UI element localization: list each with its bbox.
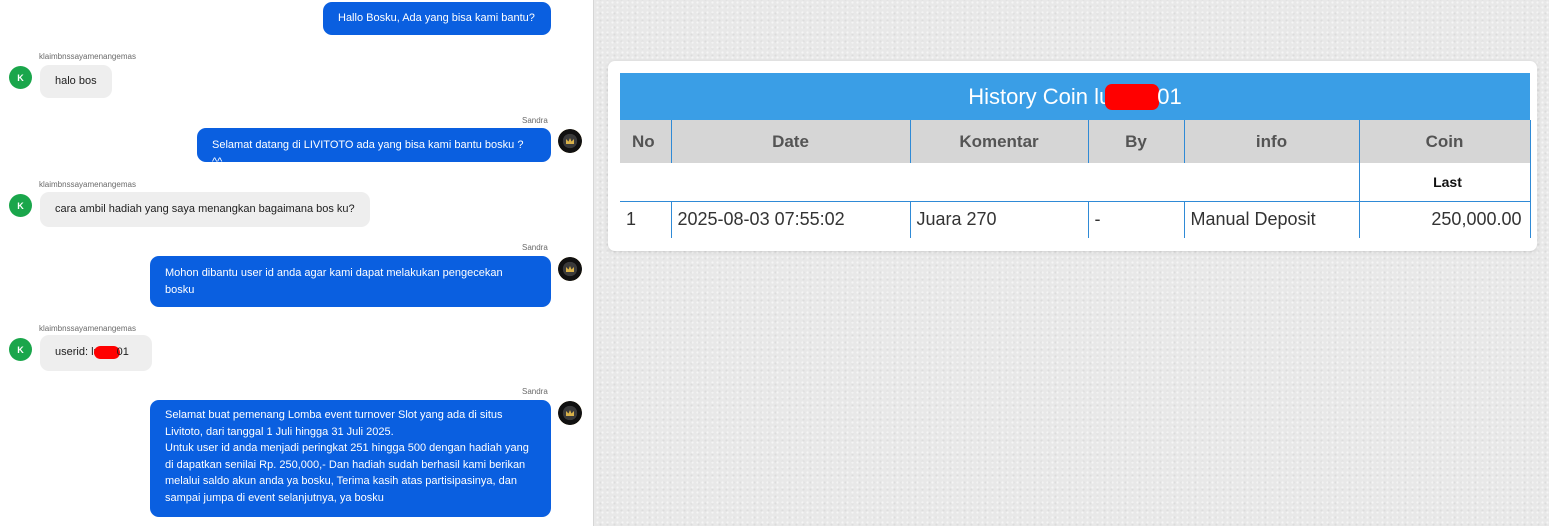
column-header-date: Date bbox=[671, 120, 911, 163]
sender-name: Sandra bbox=[522, 243, 548, 252]
column-header-coin: Coin bbox=[1359, 120, 1531, 163]
history-card: History Coin lu 01 No Date Komentar By in… bbox=[608, 61, 1537, 251]
message-line: Mohon dibantu user id anda agar kami dap… bbox=[165, 267, 503, 279]
agent-avatar bbox=[558, 129, 582, 153]
content-panel: History Coin lu 01 No Date Komentar By in… bbox=[595, 0, 1549, 526]
sender-name: Sandra bbox=[522, 116, 548, 125]
crown-icon bbox=[566, 410, 574, 416]
table-header-row: No Date Komentar By info Coin bbox=[620, 120, 1531, 163]
agent-message: Mohon dibantu user id anda agar kami dap… bbox=[150, 256, 551, 307]
cell-no: 1 bbox=[620, 200, 672, 238]
table-row: 1 2025-08-03 07:55:02 Juara 270 - Manual… bbox=[620, 200, 1531, 238]
history-table: No Date Komentar By info Coin Last 1 202… bbox=[620, 120, 1531, 238]
message-line: melalui saldo akun anda ya bosku, Terima… bbox=[165, 475, 517, 487]
sender-name: klaimbnssayamenangemas bbox=[39, 52, 136, 61]
sender-name: Sandra bbox=[522, 387, 548, 396]
message-line: Selamat buat pemenang Lomba event turnov… bbox=[165, 409, 503, 421]
user-avatar: K bbox=[9, 338, 32, 361]
agent-avatar bbox=[558, 257, 582, 281]
cell-komentar: Juara 270 bbox=[910, 200, 1089, 238]
message-line: bosku bbox=[165, 283, 195, 296]
sender-name: klaimbnssayamenangemas bbox=[39, 324, 136, 333]
sender-name: klaimbnssayamenangemas bbox=[39, 180, 136, 189]
message-text: halo bos bbox=[55, 75, 97, 87]
agent-message: Selamat datang di LIVITOTO ada yang bisa… bbox=[197, 128, 551, 168]
user-message: cara ambil hadiah yang saya menangkan ba… bbox=[40, 192, 370, 227]
message-line: di dapatkan senilai Rp. 250,000,- Dan ha… bbox=[165, 458, 526, 471]
column-header-no: No bbox=[620, 120, 672, 163]
column-header-komentar: Komentar bbox=[910, 120, 1089, 163]
chat-panel: Hallo Bosku, Ada yang bisa kami bantu? k… bbox=[0, 0, 594, 526]
message-text: cara ambil hadiah yang saya menangkan ba… bbox=[55, 203, 355, 215]
crown-icon bbox=[566, 266, 574, 272]
message-line: Untuk user id anda menjadi peringkat 251… bbox=[165, 442, 529, 454]
message-text: Selamat datang di LIVITOTO ada yang bisa… bbox=[212, 139, 524, 168]
last-label: Last bbox=[1358, 163, 1531, 201]
agent-message: Hallo Bosku, Ada yang bisa kami bantu? bbox=[323, 2, 551, 35]
agent-message: Selamat buat pemenang Lomba event turnov… bbox=[150, 400, 551, 517]
history-title: History Coin lu 01 bbox=[620, 73, 1530, 120]
column-header-by: By bbox=[1088, 120, 1185, 163]
summary-row: Last bbox=[620, 163, 1531, 201]
message-text: 01 bbox=[116, 346, 129, 358]
message-line: Livitoto, dari tanggal 1 Juli hingga 31 … bbox=[165, 425, 394, 438]
message-text: userid: lu bbox=[55, 346, 100, 358]
cell-by: - bbox=[1088, 200, 1185, 238]
cell-date: 2025-08-03 07:55:02 bbox=[671, 200, 911, 238]
message-text: Hallo Bosku, Ada yang bisa kami bantu? bbox=[338, 12, 535, 24]
user-message: halo bos bbox=[40, 65, 112, 98]
cell-info: Manual Deposit bbox=[1184, 200, 1360, 238]
column-header-info: info bbox=[1184, 120, 1360, 163]
message-line: sampai jumpa di event selanjutnya, ya bo… bbox=[165, 491, 384, 504]
user-message: userid: lu 01 bbox=[40, 335, 152, 371]
cell-coin: 250,000.00 bbox=[1359, 200, 1531, 238]
user-avatar: K bbox=[9, 194, 32, 217]
redaction-mark bbox=[1105, 83, 1160, 110]
crown-icon bbox=[566, 138, 574, 144]
agent-avatar bbox=[558, 401, 582, 425]
user-avatar: K bbox=[9, 66, 32, 89]
